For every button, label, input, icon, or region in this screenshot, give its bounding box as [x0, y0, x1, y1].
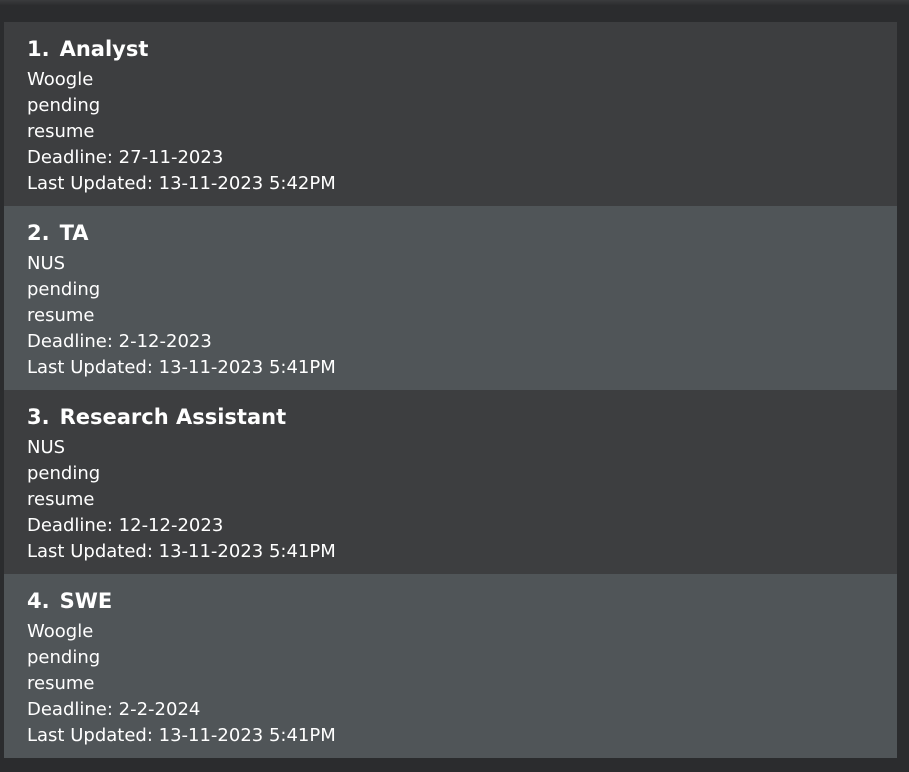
- application-card[interactable]: 4. SWE Woogle pending resume Deadline: 2-…: [4, 574, 897, 758]
- application-index: 2.: [27, 221, 50, 245]
- application-role: Analyst: [59, 37, 149, 61]
- application-role: SWE: [59, 589, 113, 613]
- application-title: 4. SWE: [27, 587, 897, 615]
- application-company: NUS: [27, 253, 66, 274]
- application-stage: resume: [27, 489, 95, 510]
- application-deadline: Deadline: 2-12-2023: [27, 331, 212, 352]
- application-card[interactable]: 1. Analyst Woogle pending resume Deadline…: [4, 22, 897, 206]
- application-company: NUS: [27, 437, 66, 458]
- application-company: Woogle: [27, 621, 94, 642]
- application-last-updated: Last Updated: 13-11-2023 5:41PM: [27, 541, 336, 562]
- application-title: 1. Analyst: [27, 35, 897, 63]
- application-title: 2. TA: [27, 219, 897, 247]
- application-deadline: Deadline: 27-11-2023: [27, 147, 224, 168]
- application-stage: resume: [27, 121, 95, 142]
- panel-bottom-border: [0, 758, 909, 772]
- application-status: pending: [27, 647, 101, 668]
- application-card[interactable]: 3. Research Assistant NUS pending resume …: [4, 390, 897, 574]
- panel-top-border: [0, 0, 909, 6]
- application-last-updated: Last Updated: 13-11-2023 5:41PM: [27, 725, 336, 746]
- application-last-updated: Last Updated: 13-11-2023 5:41PM: [27, 357, 336, 378]
- application-role: Research Assistant: [59, 405, 287, 429]
- application-company: Woogle: [27, 69, 94, 90]
- application-card[interactable]: 2. TA NUS pending resume Deadline: 2-12-2…: [4, 206, 897, 390]
- application-index: 4.: [27, 589, 50, 613]
- application-stage: resume: [27, 673, 95, 694]
- application-list[interactable]: 1. Analyst Woogle pending resume Deadline…: [4, 22, 897, 758]
- application-status: pending: [27, 463, 101, 484]
- application-status: pending: [27, 279, 101, 300]
- application-index: 3.: [27, 405, 50, 429]
- application-last-updated: Last Updated: 13-11-2023 5:42PM: [27, 173, 336, 194]
- application-status: pending: [27, 95, 101, 116]
- application-stage: resume: [27, 305, 95, 326]
- application-title: 3. Research Assistant: [27, 403, 897, 431]
- application-list-panel: 1. Analyst Woogle pending resume Deadline…: [0, 0, 909, 772]
- application-role: TA: [59, 221, 89, 245]
- application-index: 1.: [27, 37, 50, 61]
- application-deadline: Deadline: 2-2-2024: [27, 699, 201, 720]
- application-deadline: Deadline: 12-12-2023: [27, 515, 224, 536]
